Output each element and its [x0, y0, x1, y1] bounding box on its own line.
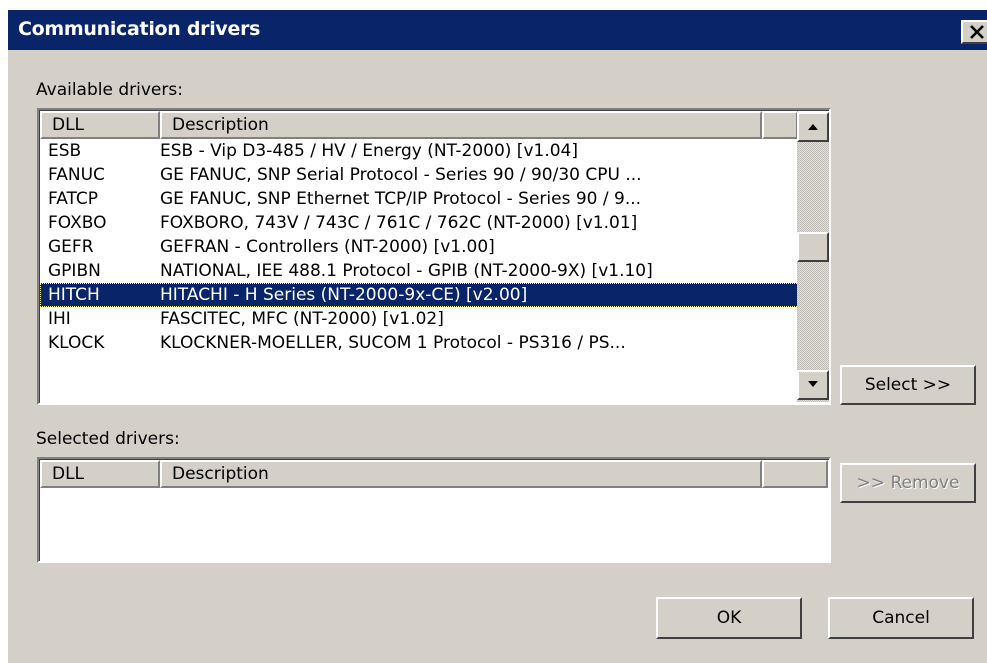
cell-description: HITACHI - H Series (NT-2000-9x-CE) [v2.0… [160, 285, 528, 305]
close-button[interactable] [961, 20, 987, 44]
select-button[interactable]: Select >> [840, 365, 976, 405]
remove-button[interactable]: >> Remove [840, 463, 976, 503]
cell-description: NATIONAL, IEE 488.1 Protocol - GPIB (NT-… [160, 261, 653, 281]
column-header-filler [762, 460, 828, 488]
arrow-down-icon [808, 381, 818, 387]
cell-description: GE FANUC, SNP Serial Protocol - Series 9… [160, 165, 642, 185]
available-list-rows: ESB ESB - Vip D3-485 / HV / Energy (NT-20… [40, 139, 829, 355]
cell-description: FOXBORO, 743V / 743C / 761C / 762C (NT-2… [160, 213, 638, 233]
cell-dll: HITCH [48, 285, 100, 305]
available-list-scrollbar[interactable] [797, 112, 829, 402]
cell-dll: GPIBN [48, 261, 101, 281]
table-row[interactable]: GPIBN NATIONAL, IEE 488.1 Protocol - GPIB… [40, 259, 829, 283]
column-header-description[interactable]: Description [160, 460, 762, 488]
selected-drivers-label: Selected drivers: [36, 429, 180, 449]
column-header-dll[interactable]: DLL [40, 460, 160, 488]
cell-dll: FOXBO [48, 213, 107, 233]
available-drivers-list[interactable]: DLL Description ESB ESB - Vip D3-485 / HV… [37, 108, 831, 405]
table-row[interactable]: FANUC GE FANUC, SNP Serial Protocol - Ser… [40, 163, 829, 187]
column-header-description[interactable]: Description [160, 111, 762, 139]
cell-description: GE FANUC, SNP Ethernet TCP/IP Protocol -… [160, 189, 642, 209]
scroll-down-button[interactable] [797, 370, 829, 400]
ok-button[interactable]: OK [656, 597, 802, 639]
cell-description: FASCITEC, MFC (NT-2000) [v1.02] [160, 309, 444, 329]
selected-drivers-list[interactable]: DLL Description [37, 457, 831, 563]
table-row[interactable]: GEFR GEFRAN - Controllers (NT-2000) [v1.0… [40, 235, 829, 259]
table-row[interactable]: HITCH HITACHI - H Series (NT-2000-9x-CE) … [40, 283, 829, 307]
scroll-thumb[interactable] [797, 232, 829, 262]
available-drivers-label: Available drivers: [36, 80, 183, 100]
cell-dll: FATCP [48, 189, 99, 209]
table-row[interactable]: ESB ESB - Vip D3-485 / HV / Energy (NT-20… [40, 139, 829, 163]
column-header-dll[interactable]: DLL [40, 111, 160, 139]
cancel-button[interactable]: Cancel [828, 597, 974, 639]
table-row[interactable]: KLOCK KLOCKNER-MOELLER, SUCOM 1 Protocol … [40, 331, 829, 355]
window-title: Communication drivers [18, 18, 261, 40]
cell-dll: GEFR [48, 237, 94, 257]
cell-dll: FANUC [48, 165, 105, 185]
table-row[interactable]: FATCP GE FANUC, SNP Ethernet TCP/IP Proto… [40, 187, 829, 211]
available-list-header: DLL Description [40, 111, 798, 139]
close-icon [970, 25, 984, 39]
cell-dll: IHI [48, 309, 71, 329]
title-bar[interactable]: Communication drivers [8, 10, 987, 50]
cell-dll: KLOCK [48, 333, 105, 353]
table-row[interactable]: FOXBO FOXBORO, 743V / 743C / 761C / 762C … [40, 211, 829, 235]
communication-drivers-dialog: Communication drivers Available drivers:… [6, 8, 987, 663]
arrow-up-icon [808, 124, 818, 130]
cell-description: GEFRAN - Controllers (NT-2000) [v1.00] [160, 237, 495, 257]
cell-description: ESB - Vip D3-485 / HV / Energy (NT-2000)… [160, 141, 578, 161]
selected-list-header: DLL Description [40, 460, 828, 488]
cell-dll: ESB [48, 141, 82, 161]
table-row[interactable]: IHI FASCITEC, MFC (NT-2000) [v1.02] [40, 307, 829, 331]
cell-description: KLOCKNER-MOELLER, SUCOM 1 Protocol - PS3… [160, 333, 626, 353]
column-header-filler [762, 111, 798, 139]
scroll-up-button[interactable] [797, 112, 829, 142]
